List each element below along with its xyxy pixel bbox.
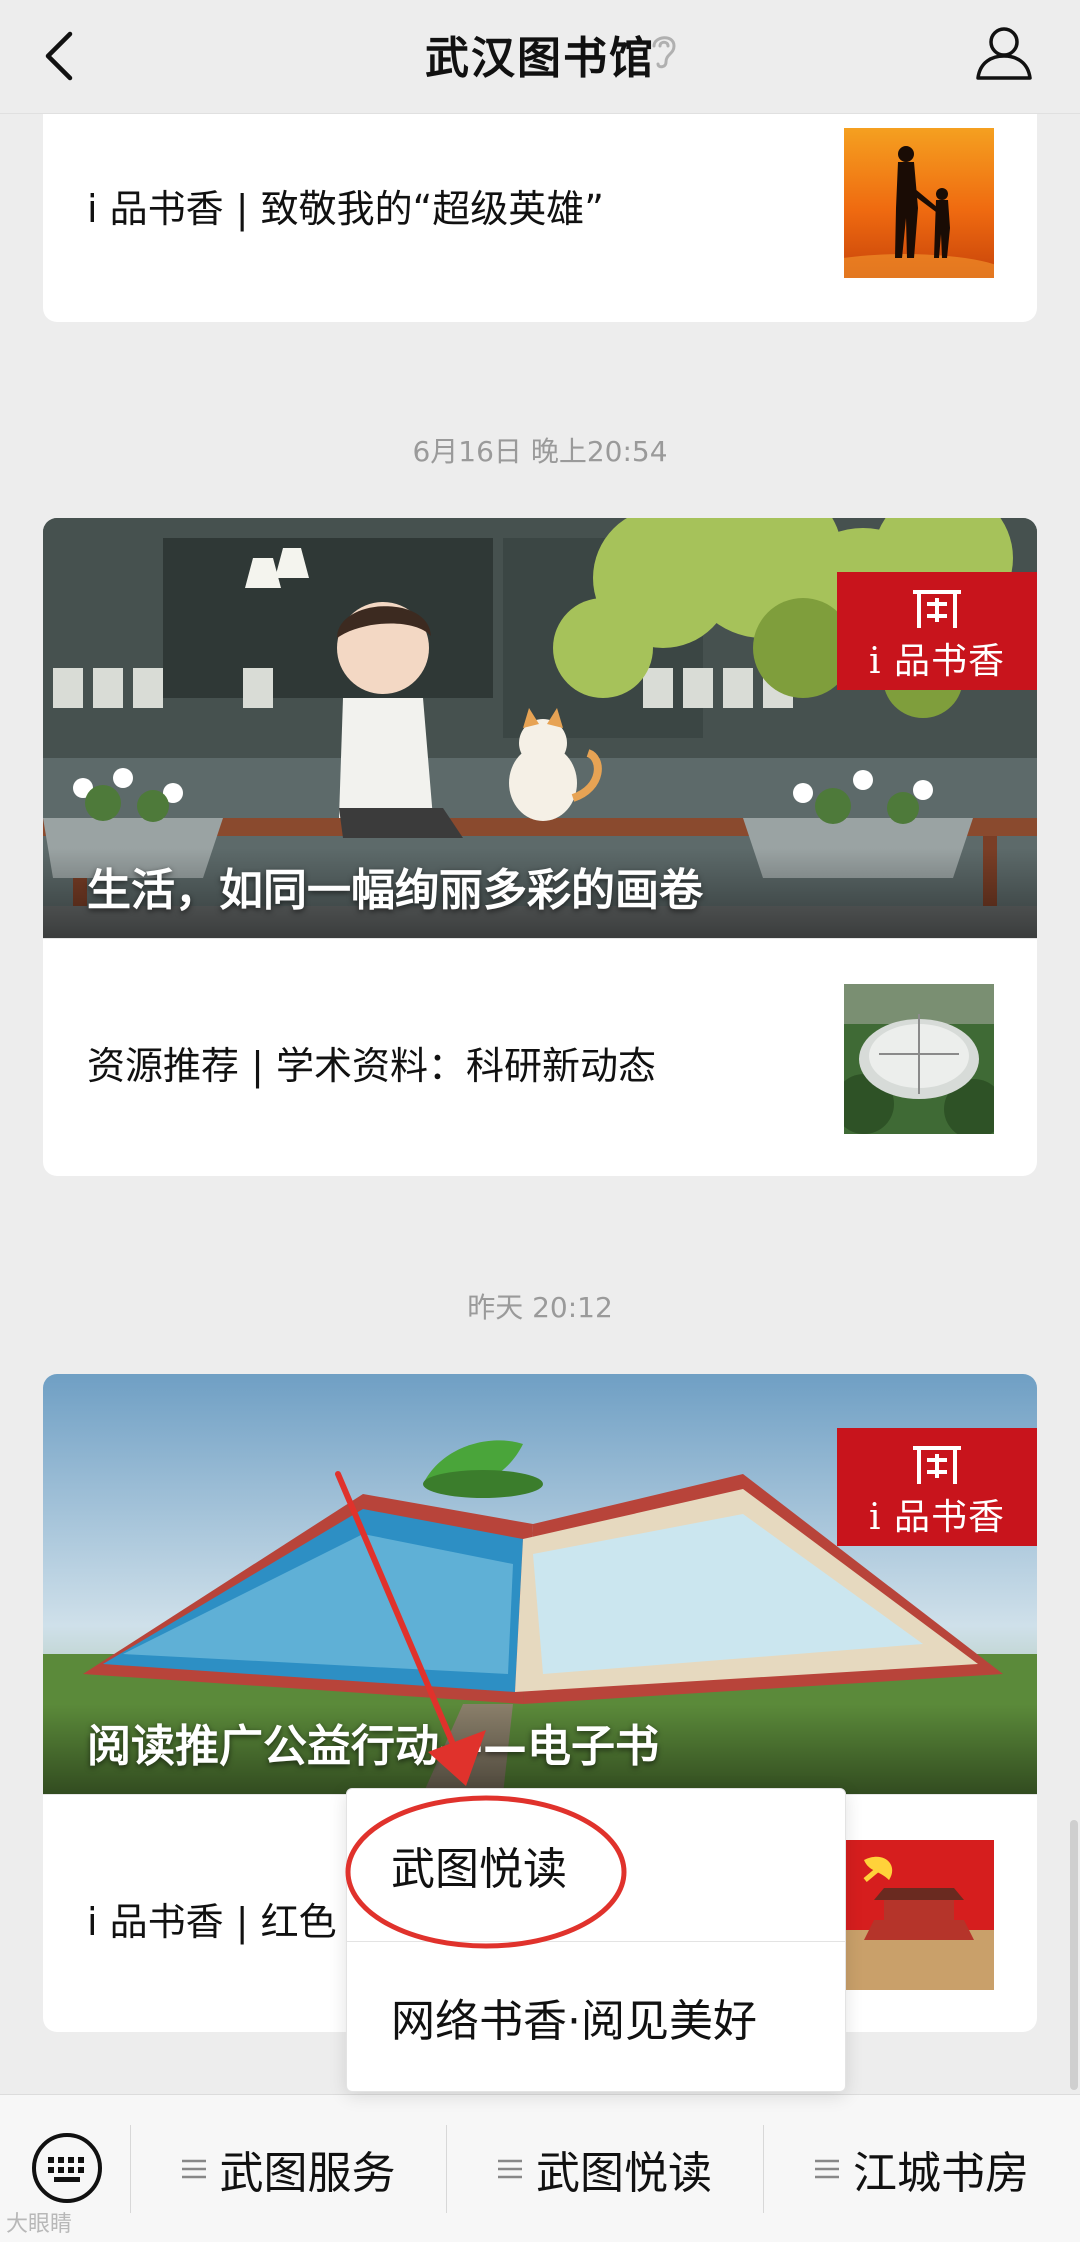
badge-text: i 品书香 — [869, 1497, 1005, 1538]
cover-title[interactable]: 阅读推广公益行动——电子书 — [87, 1710, 659, 1774]
timestamp: 昨天 20:12 — [467, 1291, 613, 1324]
ear-icon — [652, 36, 676, 69]
article-title[interactable]: i 品书香 | 红色 — [87, 1891, 337, 1946]
submenu-popup: 武图悦读 网络书香·阅见美好 — [346, 1788, 846, 2092]
hamburger-icon — [498, 2159, 522, 2179]
divider — [43, 938, 1037, 939]
badge: i 品书香 — [837, 1428, 1037, 1546]
submenu-item-wutu-yuedu[interactable]: 武图悦读 — [391, 1833, 567, 1897]
article-title[interactable]: 资源推荐 | 学术资料：科研新动态 — [87, 1035, 656, 1090]
library-logo-icon — [913, 1446, 961, 1484]
menu-button-wutu-yuedu[interactable]: 武图悦读 — [447, 2095, 763, 2242]
article-thumbnail — [844, 128, 994, 278]
article-thumbnail — [844, 1840, 994, 1990]
divider — [347, 1941, 845, 1942]
bottom-menu-bar: 武图服务 武图悦读 江城书房 — [0, 2094, 1080, 2242]
menu-button-label: 江城书房 — [853, 2148, 1029, 2199]
article-card-2[interactable]: 生活，如同一幅绚丽多彩的画卷 i 品书香 资源推荐 | 学术资料：科研新动态 — [43, 518, 1037, 1176]
cover-title[interactable]: 生活，如同一幅绚丽多彩的画卷 — [87, 854, 703, 918]
hamburger-icon — [181, 2159, 206, 2179]
badge-text: i 品书香 — [869, 641, 1005, 682]
article-card-1[interactable]: i 品书香 | 致敬我的“超级英雄” — [43, 82, 1037, 322]
scrollbar[interactable] — [1070, 1820, 1078, 2090]
page-title: 武汉图书馆 — [425, 33, 655, 84]
submenu-item-wangluo-shuxiang[interactable]: 网络书香·阅见美好 — [391, 1985, 757, 2049]
top-bar: 武汉图书馆 — [0, 0, 1080, 114]
menu-button-wutu-fuwu[interactable]: 武图服务 — [131, 2095, 446, 2242]
menu-button-jiangcheng-shufang[interactable]: 江城书房 — [764, 2095, 1080, 2242]
badge: i 品书香 — [837, 572, 1037, 690]
timestamp: 6月16日 晚上20:54 — [412, 435, 668, 468]
menu-button-label: 武图悦读 — [536, 2148, 712, 2199]
watermark: 大眼睛 — [6, 2212, 73, 2237]
article-thumbnail — [844, 984, 994, 1134]
menu-button-label: 武图服务 — [219, 2148, 396, 2199]
hamburger-icon — [815, 2159, 839, 2179]
keyboard-icon[interactable] — [30, 2131, 104, 2205]
article-title[interactable]: i 品书香 | 致敬我的“超级英雄” — [87, 178, 604, 233]
user-icon[interactable] — [974, 22, 1034, 82]
library-logo-icon — [913, 590, 961, 628]
